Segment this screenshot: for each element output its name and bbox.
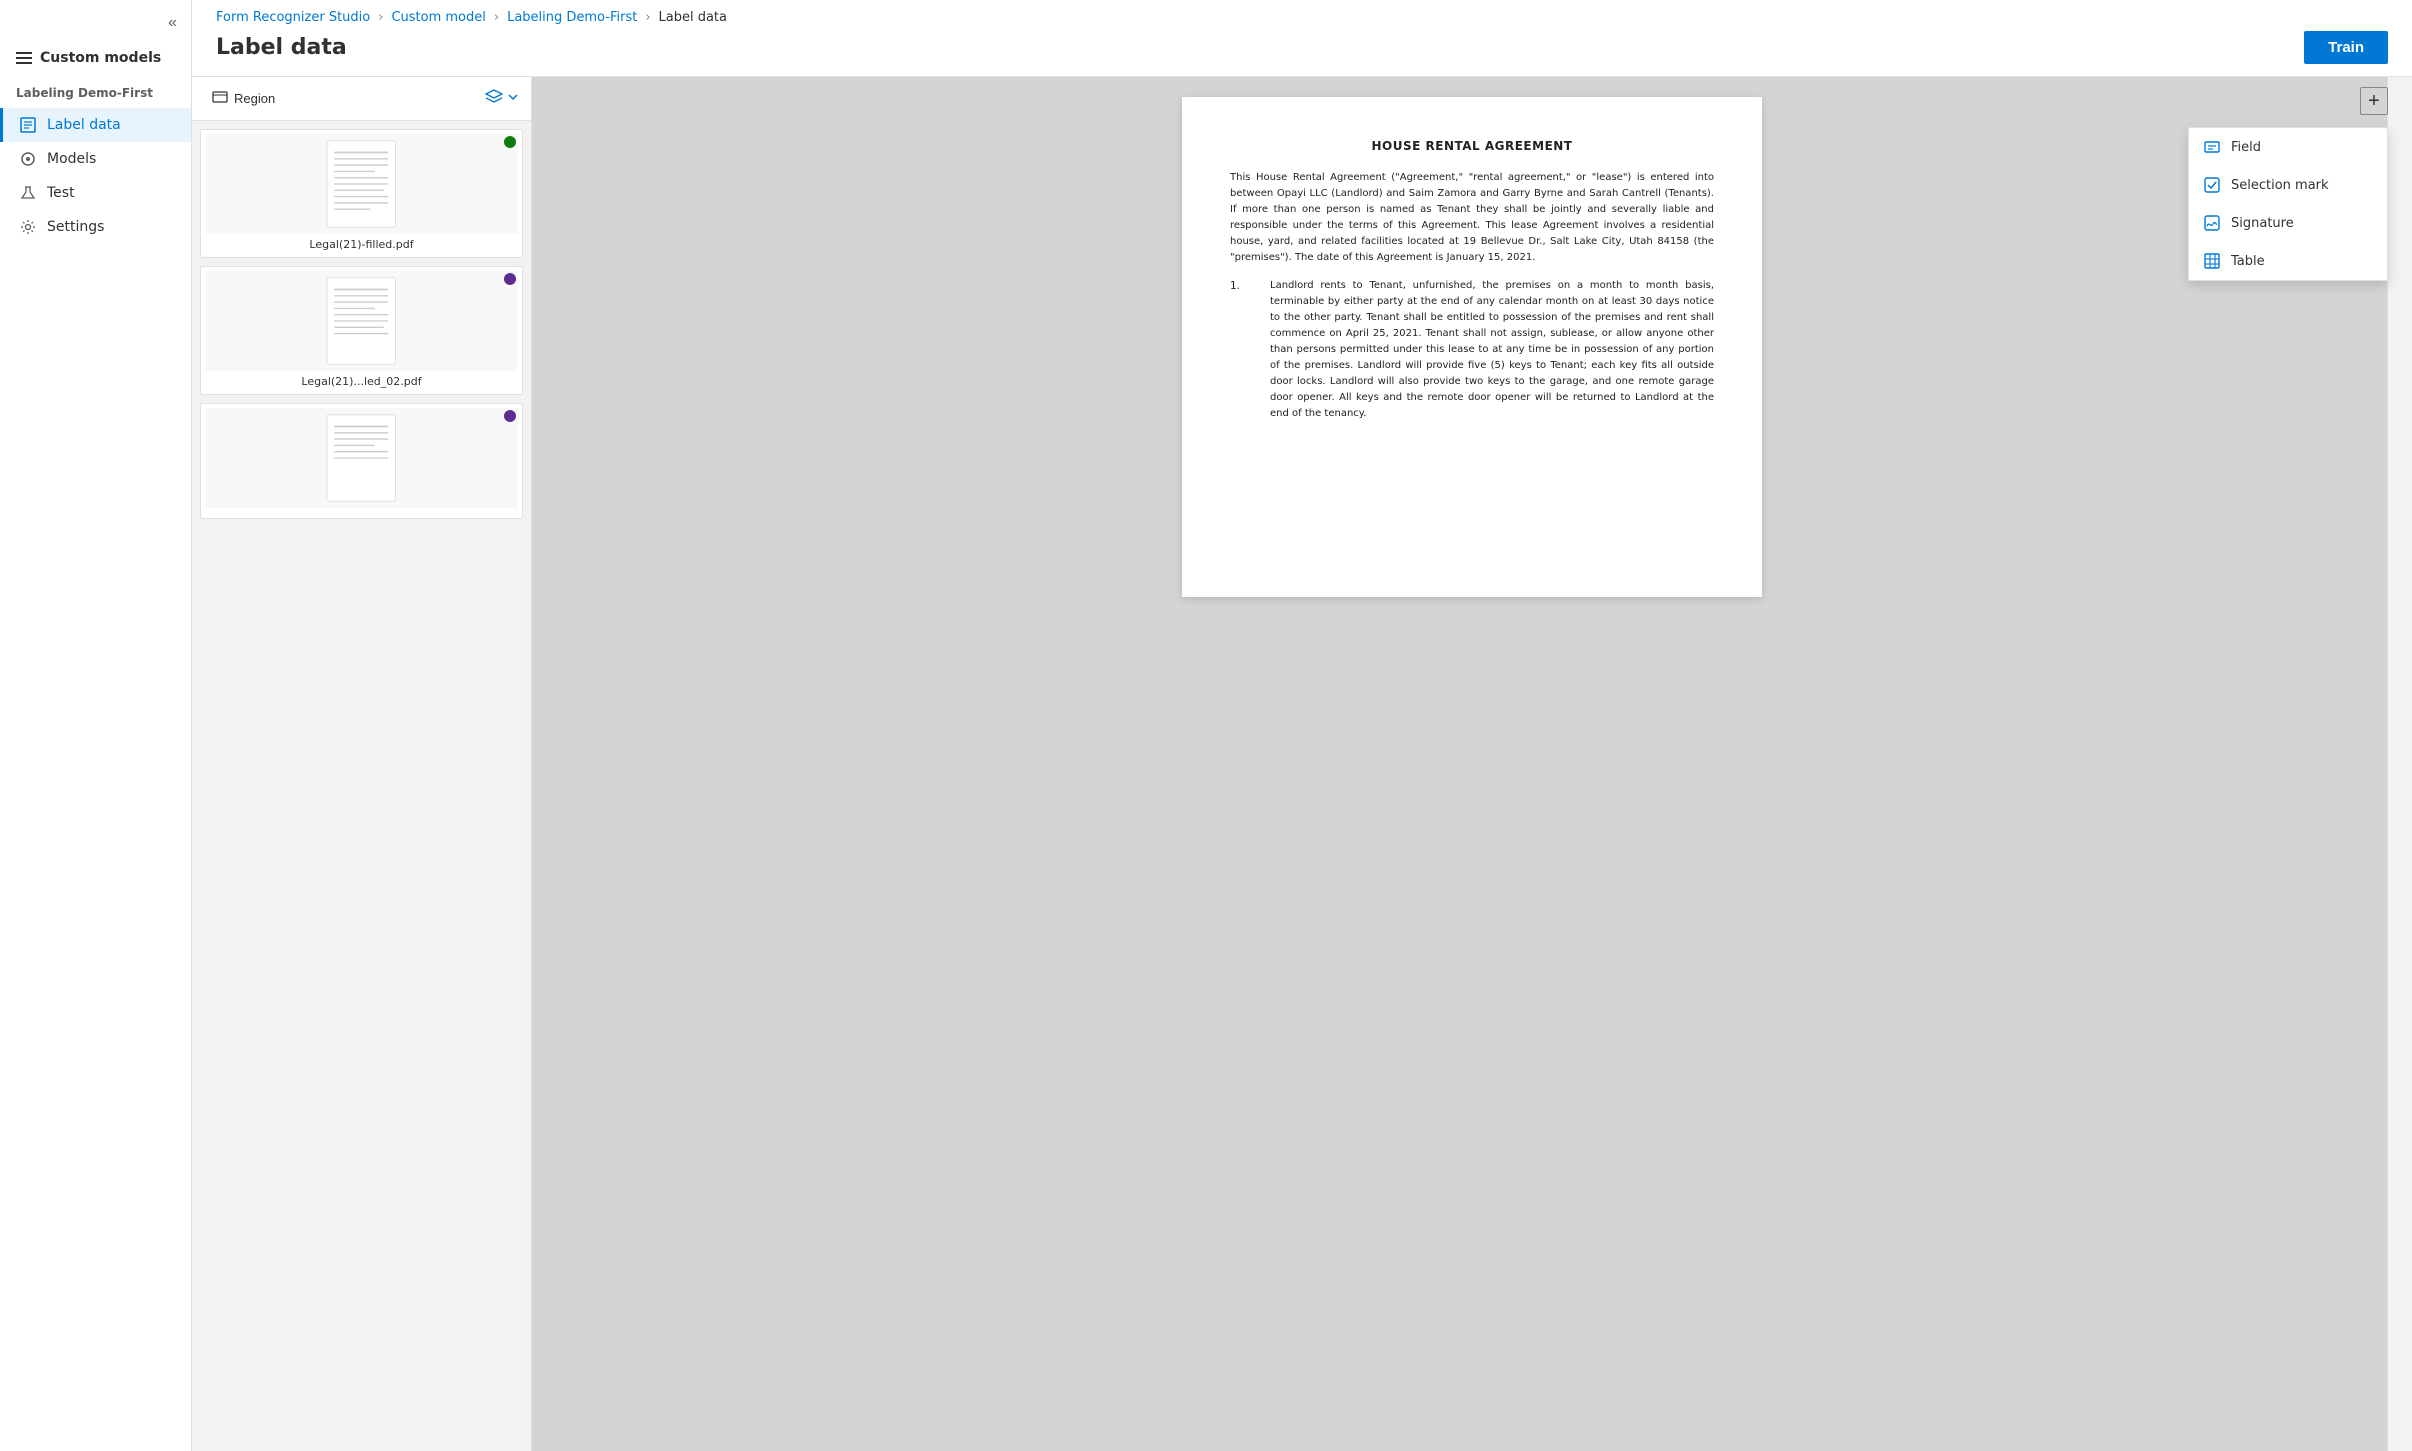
content-area: Region [192, 77, 2412, 1451]
page-title: Label data [216, 35, 347, 60]
sidebar-collapse-button[interactable]: « [162, 12, 183, 34]
document-paragraph-1: This House Rental Agreement ("Agreement,… [1230, 170, 1714, 266]
file-name [205, 508, 518, 514]
flask-icon [19, 184, 37, 202]
document-paragraph-2-num: 1. [1230, 278, 1250, 434]
gear-icon [19, 218, 37, 236]
file-item[interactable]: Legal(21)...led_02.pdf [200, 266, 523, 395]
table-icon [2203, 252, 2221, 270]
train-button[interactable]: Train [2304, 31, 2388, 64]
breadcrumb-labeling-demo-first[interactable]: Labeling Demo-First [507, 10, 637, 25]
layers-dropdown-button[interactable] [507, 91, 519, 106]
layers-button[interactable] [485, 88, 503, 109]
field-type-selection-mark[interactable]: Selection mark [2189, 166, 2387, 204]
field-type-dropdown: Field Selection mark Sig [2188, 127, 2388, 281]
field-icon [2203, 138, 2221, 156]
field-type-table[interactable]: Table [2189, 242, 2387, 280]
sidebar-item-models[interactable]: Models [0, 142, 191, 176]
main-area: Form Recognizer Studio › Custom model › … [192, 0, 2412, 1451]
right-toolbar: + [2387, 77, 2412, 1451]
checkbox-icon [2203, 176, 2221, 194]
plus-icon: + [2368, 91, 2380, 111]
document-page: HOUSE RENTAL AGREEMENT This House Rental… [1182, 97, 1762, 597]
breadcrumb-form-recognizer-studio[interactable]: Form Recognizer Studio [216, 10, 370, 25]
sidebar-collapse-area: « [0, 8, 191, 42]
file-item[interactable]: Legal(21)-filled.pdf [200, 129, 523, 258]
sidebar-project-label: Labeling Demo-First [0, 82, 191, 104]
hamburger-icon[interactable] [16, 52, 32, 64]
region-label: Region [234, 91, 275, 106]
file-panel-toolbar: Region [192, 77, 531, 121]
breadcrumb-custom-model[interactable]: Custom model [391, 10, 485, 25]
document-title: HOUSE RENTAL AGREEMENT [1230, 137, 1714, 156]
file-panel: Region [192, 77, 532, 1451]
file-name: Legal(21)-filled.pdf [205, 234, 518, 253]
field-type-selection-mark-label: Selection mark [2231, 178, 2329, 193]
sidebar: « Custom models Labeling Demo-First Labe… [0, 0, 192, 1451]
signature-icon [2203, 214, 2221, 232]
breadcrumb: Form Recognizer Studio › Custom model › … [192, 0, 2412, 25]
sidebar-app-title-area: Custom models [0, 42, 191, 82]
sidebar-nav: Label data Models Test [0, 108, 191, 244]
field-type-table-label: Table [2231, 254, 2265, 269]
field-type-field-label: Field [2231, 140, 2261, 155]
document-paragraph-2: Landlord rents to Tenant, unfurnished, t… [1270, 278, 1714, 422]
file-thumbnail [205, 134, 518, 234]
model-icon [19, 150, 37, 168]
title-row: Label data Train [192, 25, 2412, 76]
tag-icon [19, 116, 37, 134]
sidebar-item-label-data[interactable]: Label data [0, 108, 191, 142]
file-status-dot [504, 273, 516, 285]
document-viewer: HOUSE RENTAL AGREEMENT This House Rental… [532, 77, 2412, 1451]
breadcrumb-sep-1: › [378, 10, 383, 25]
field-type-signature[interactable]: Signature [2189, 204, 2387, 242]
file-name: Legal(21)...led_02.pdf [205, 371, 518, 390]
region-icon [212, 89, 228, 108]
field-type-signature-label: Signature [2231, 216, 2294, 231]
breadcrumb-sep-3: › [645, 10, 650, 25]
sidebar-item-test[interactable]: Test [0, 176, 191, 210]
sidebar-item-label-data-label: Label data [47, 117, 121, 133]
sidebar-item-settings-label: Settings [47, 219, 104, 235]
sidebar-item-models-label: Models [47, 151, 96, 167]
file-status-dot [504, 136, 516, 148]
sidebar-item-settings[interactable]: Settings [0, 210, 191, 244]
add-field-button[interactable]: + [2360, 87, 2388, 115]
breadcrumb-sep-2: › [494, 10, 499, 25]
field-type-field[interactable]: Field [2189, 128, 2387, 166]
sidebar-app-label: Custom models [40, 50, 161, 66]
file-thumbnail [205, 271, 518, 371]
breadcrumb-current: Label data [659, 10, 728, 25]
file-list: Legal(21)-filled.pdf [192, 121, 531, 527]
file-thumbnail [205, 408, 518, 508]
header-area: Form Recognizer Studio › Custom model › … [192, 0, 2412, 77]
document-paragraph-2-container: 1. Landlord rents to Tenant, unfurnished… [1230, 278, 1714, 434]
region-button[interactable]: Region [204, 85, 283, 112]
file-item[interactable] [200, 403, 523, 519]
file-status-dot [504, 410, 516, 422]
sidebar-item-test-label: Test [47, 185, 75, 201]
